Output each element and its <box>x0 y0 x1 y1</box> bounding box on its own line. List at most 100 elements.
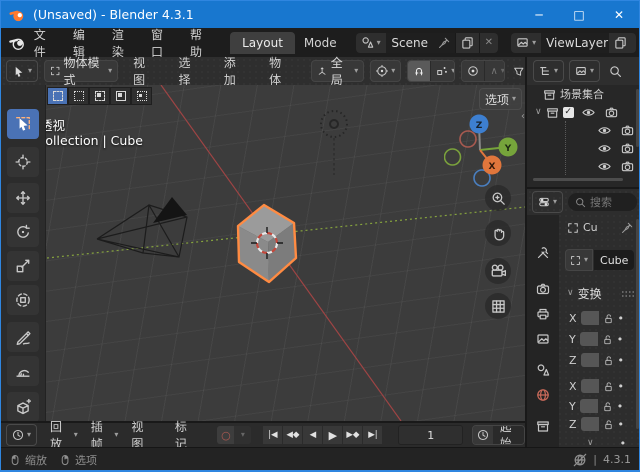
title-bar[interactable]: (Unsaved) - Blender 4.3.1 ─ □ ✕ <box>1 1 639 28</box>
select-mode-invert[interactable] <box>110 87 131 105</box>
viewport-3d[interactable]: 用户透视 (1) Collection | Cube 选项 ▾ ‹ Z Y X <box>1 85 525 421</box>
tool-rotate[interactable] <box>7 217 39 247</box>
tool-select-box[interactable] <box>7 109 39 139</box>
tool-transform[interactable] <box>7 285 39 315</box>
menu-select[interactable]: 选择 <box>169 54 208 88</box>
pan-hand-button[interactable] <box>485 220 511 246</box>
close-button[interactable]: ✕ <box>599 1 639 28</box>
properties-search-field[interactable]: 搜索 <box>568 193 637 211</box>
viewlayer-name-field[interactable]: ViewLayer <box>541 33 609 53</box>
current-frame-field[interactable]: 1 <box>398 425 463 445</box>
menu-view[interactable]: 视图 <box>124 54 163 88</box>
pivot-point-dropdown[interactable]: ▾ <box>370 60 401 82</box>
horizontal-scrollbar[interactable] <box>533 178 623 181</box>
tab-collection[interactable] <box>527 414 559 438</box>
snap-settings-dropdown[interactable]: ▾ <box>430 61 455 81</box>
render-visibility-icon[interactable] <box>621 142 634 155</box>
animate-dot[interactable]: • <box>618 312 625 325</box>
scene-name-field[interactable]: Scene <box>386 33 455 53</box>
auto-key-record-button[interactable]: ○ <box>217 426 234 444</box>
object-row-cube[interactable] <box>566 139 640 157</box>
pin-icon[interactable] <box>621 222 633 234</box>
collection-checkbox[interactable]: ✓ <box>563 107 574 118</box>
mode-dropdown[interactable]: 物体模式 ▾ <box>44 60 118 82</box>
menu-object[interactable]: 物体 <box>260 54 299 88</box>
viewlayer-new-button[interactable] <box>609 33 632 53</box>
animate-dot[interactable]: • <box>617 333 624 346</box>
tool-scale[interactable] <box>7 251 39 281</box>
gizmo-axis-neg-x[interactable] <box>460 131 476 147</box>
outliner-editor-type-dropdown[interactable]: ▾ <box>533 60 564 82</box>
start-frame-field[interactable]: 起始 <box>493 426 524 444</box>
rotation-z-row[interactable]: Z• <box>569 417 624 431</box>
select-mode-set[interactable] <box>47 87 68 105</box>
eye-icon[interactable] <box>582 106 595 119</box>
zoom-button[interactable] <box>485 185 511 211</box>
breadcrumb-object[interactable]: Cube <box>583 221 597 234</box>
viewport-options-button[interactable]: 选项 ▾ <box>479 88 522 110</box>
lock-icon[interactable] <box>602 401 613 412</box>
gizmo-filter-icon[interactable] <box>513 65 525 78</box>
animate-dot[interactable]: • <box>617 400 624 413</box>
viewlayer-remove-button[interactable]: ✕ <box>632 33 636 53</box>
lock-icon[interactable] <box>603 419 614 430</box>
eye-icon[interactable] <box>598 124 611 137</box>
collection-row[interactable]: ∨ ✓ <box>527 103 640 121</box>
location-x-row[interactable]: X• <box>569 311 624 325</box>
object-row-camera[interactable] <box>566 121 640 139</box>
gizmo-axis-neg-y[interactable] <box>445 149 461 165</box>
play-button[interactable]: ▶ <box>323 426 342 444</box>
object-name-field[interactable]: Cube <box>594 250 634 270</box>
scene-unlink-button[interactable]: ✕ <box>480 33 498 53</box>
pin-icon[interactable] <box>438 37 450 49</box>
sidebar-collapse-handle[interactable]: ‹ <box>521 111 525 122</box>
render-visibility-icon[interactable] <box>621 124 634 137</box>
camera-view-button[interactable] <box>485 258 511 284</box>
auto-key-dropdown[interactable]: ▾ <box>234 426 251 444</box>
snap-toggle[interactable] <box>408 61 430 81</box>
search-icon[interactable] <box>609 65 622 78</box>
scene-new-button[interactable] <box>456 33 479 53</box>
network-offline-icon[interactable] <box>573 453 587 467</box>
select-mode-extend[interactable] <box>68 87 89 105</box>
light-object[interactable] <box>321 111 347 175</box>
tab-scene[interactable] <box>527 358 559 382</box>
navigation-gizmo[interactable]: Z Y X <box>444 109 520 187</box>
select-mode-subtract[interactable] <box>89 87 110 105</box>
panel-grip[interactable] <box>621 290 635 298</box>
rotation-y-row[interactable]: Y• <box>569 399 623 413</box>
expand-icon[interactable]: ∨ <box>535 108 542 117</box>
lock-icon[interactable] <box>603 355 614 366</box>
frame-range-clock-button[interactable] <box>473 426 493 444</box>
properties-editor-type-dropdown[interactable]: ▾ <box>532 191 563 213</box>
lock-icon[interactable] <box>602 334 613 345</box>
eye-icon[interactable] <box>598 160 611 173</box>
animate-dot[interactable]: • <box>618 354 625 367</box>
tool-annotate[interactable] <box>7 322 39 352</box>
outliner-display-mode-dropdown[interactable]: ▾ <box>569 60 600 82</box>
falloff-dropdown[interactable]: ∧ ▾ <box>484 61 505 81</box>
scene-collection-row[interactable]: 场景集合 <box>527 85 640 103</box>
rotation-x-row[interactable]: X• <box>569 379 624 393</box>
lock-icon[interactable] <box>603 381 614 392</box>
eye-icon[interactable] <box>598 142 611 155</box>
viewlayer-browse-button[interactable]: ▾ <box>511 33 541 53</box>
tool-add-cube[interactable] <box>7 392 39 421</box>
menu-file[interactable]: 文件 <box>25 26 64 60</box>
scene-browse-button[interactable]: ▾ <box>356 33 386 53</box>
render-visibility-icon[interactable] <box>605 106 618 119</box>
tab-world[interactable] <box>527 383 559 407</box>
timeline-editor-type-dropdown[interactable]: ▾ <box>6 424 37 446</box>
jump-to-start-button[interactable]: |◀ <box>263 426 282 444</box>
cube-object[interactable] <box>238 205 296 282</box>
maximize-button[interactable]: □ <box>559 1 599 28</box>
workspace-tab-modeling[interactable]: Mode <box>295 36 346 50</box>
location-y-row[interactable]: Y• <box>569 332 623 346</box>
ortho-toggle-button[interactable] <box>485 293 511 319</box>
render-visibility-icon[interactable] <box>621 160 634 173</box>
workspace-tab-layout[interactable]: Layout <box>230 32 295 54</box>
object-browse-button[interactable]: ▾ <box>565 249 593 271</box>
tab-tool[interactable] <box>527 241 559 265</box>
tab-view-layer[interactable] <box>527 327 559 351</box>
tab-output[interactable] <box>527 302 559 326</box>
